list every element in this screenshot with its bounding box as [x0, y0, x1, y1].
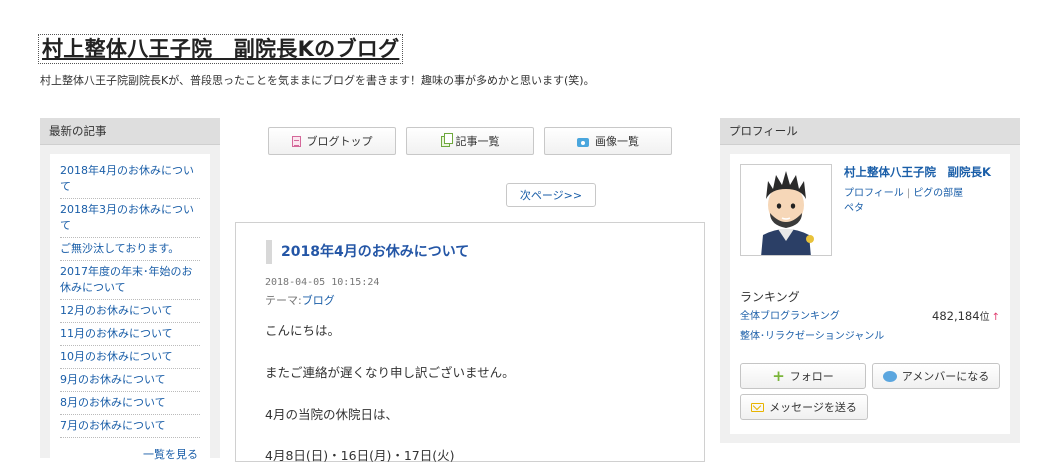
- message-label: メッセージを送る: [769, 401, 857, 414]
- list-item[interactable]: 2018年4月のお休みについて: [60, 160, 200, 199]
- theme-link[interactable]: ブログ: [302, 294, 335, 307]
- body-line: 4月8日(日)・16日(月)・17日(火): [265, 448, 455, 463]
- camera-icon: [577, 137, 589, 147]
- recent-entry-link[interactable]: 2018年3月のお休みについて: [60, 203, 194, 232]
- recent-entry-link[interactable]: 9月のお休みについて: [60, 373, 166, 386]
- recent-entries-heading: 最新の記事: [40, 118, 220, 145]
- list-item[interactable]: 10月のお休みについて: [60, 346, 200, 369]
- profile-heading: プロフィール: [720, 118, 1020, 145]
- speech-bubble-icon: [882, 370, 897, 382]
- rank-number: 482,184: [932, 309, 980, 323]
- recent-entry-link[interactable]: 10月のお休みについて: [60, 350, 173, 363]
- list-item[interactable]: 2018年3月のお休みについて: [60, 199, 200, 238]
- send-message-button[interactable]: メッセージを送る: [740, 394, 868, 420]
- avatar-icon: [741, 165, 831, 257]
- profile-links: プロフィール | ピグの部屋: [844, 184, 963, 199]
- overall-ranking-link[interactable]: 全体ブログランキング: [740, 307, 840, 322]
- blog-title[interactable]: 村上整体八王子院 副院長Kのブログ: [37, 34, 404, 64]
- list-item[interactable]: 8月のお休みについて: [60, 392, 200, 415]
- avatar[interactable]: [740, 164, 832, 257]
- recent-entry-link[interactable]: 12月のお休みについて: [60, 304, 173, 317]
- recent-entry-link[interactable]: 11月のお休みについて: [60, 327, 173, 340]
- image-list-button[interactable]: 画像一覧: [544, 127, 672, 155]
- more-entries-link[interactable]: 一覧を見る: [143, 446, 198, 462]
- list-item[interactable]: 9月のお休みについて: [60, 369, 200, 392]
- profile-name-link[interactable]: 村上整体八王子院 副院長K: [844, 164, 991, 180]
- body-line: 4月の当院の休院日は、: [265, 407, 398, 422]
- article: 2018年4月のお休みについて 2018-04-05 10:15:24 テーマ:…: [235, 222, 705, 463]
- body-line: こんにちは。: [265, 323, 341, 338]
- separator: |: [906, 188, 911, 199]
- profile-panel: プロフィール 村上整体八王子院 副院長K プロフィール | ピグの部屋 ペタ ランキ…: [720, 118, 1020, 443]
- entry-list-label: 記事一覧: [455, 135, 500, 148]
- rank-up-icon: ↑: [991, 312, 1000, 323]
- ranking-label: ランキング: [740, 290, 800, 304]
- recent-entry-link[interactable]: ご無沙汰しております。: [60, 242, 179, 255]
- profile-box: 村上整体八王子院 副院長K プロフィール | ピグの部屋 ペタ ランキング 全体ブロ…: [730, 154, 1010, 434]
- body-line: またご連絡が遅くなり申し訳ございません。: [265, 365, 515, 380]
- peta-link[interactable]: ペタ: [844, 199, 864, 214]
- entry-title[interactable]: 2018年4月のお休みについて: [266, 240, 469, 264]
- list-item[interactable]: ご無沙汰しております。: [60, 238, 200, 261]
- documents-icon: [440, 132, 453, 147]
- plus-icon: +: [772, 367, 785, 385]
- recent-entries-list: 2018年4月のお休みについて 2018年3月のお休みについて ご無沙汰しており…: [50, 154, 210, 458]
- entry-date: 2018-04-05 10:15:24: [265, 277, 380, 288]
- follow-label: フォロー: [789, 370, 834, 383]
- recent-entry-link[interactable]: 8月のお休みについて: [60, 396, 166, 409]
- amember-label: アメンバーになる: [901, 370, 990, 383]
- entry-theme: テーマ:ブログ: [265, 292, 335, 308]
- genre-ranking-link[interactable]: 整体･リラクゼーションジャンル: [740, 327, 884, 342]
- list-item[interactable]: 2017年度の年末･年始のお休みについて: [60, 261, 200, 300]
- profile-link[interactable]: プロフィール: [844, 188, 904, 199]
- recent-entries-panel: 最新の記事 2018年4月のお休みについて 2018年3月のお休みについて ご無…: [40, 118, 220, 461]
- blog-description: 村上整体八王子院副院長Kが、普段思ったことを気ままにブログを書きます！趣味の事が…: [40, 74, 595, 87]
- ranking-value: 482,184位 ↑: [932, 308, 1000, 323]
- theme-label: テーマ:: [265, 294, 302, 307]
- list-item[interactable]: 11月のお休みについて: [60, 323, 200, 346]
- entry-list-button[interactable]: 記事一覧: [406, 127, 534, 155]
- list-item[interactable]: 12月のお休みについて: [60, 300, 200, 323]
- recent-entry-link[interactable]: 2017年度の年末･年始のお休みについて: [60, 265, 193, 294]
- list-item[interactable]: 7月のお休みについて: [60, 415, 200, 438]
- blog-top-label: ブログトップ: [306, 135, 373, 148]
- rank-unit: 位: [979, 312, 990, 323]
- pigg-room-link[interactable]: ピグの部屋: [913, 188, 963, 199]
- amember-button[interactable]: アメンバーになる: [872, 363, 1000, 389]
- blog-top-button[interactable]: ブログトップ: [268, 127, 396, 155]
- mail-icon: [751, 402, 765, 412]
- recent-entry-link[interactable]: 7月のお休みについて: [60, 419, 166, 432]
- image-list-label: 画像一覧: [595, 135, 639, 148]
- follow-button[interactable]: + フォロー: [740, 363, 866, 389]
- page-icon: [291, 135, 301, 147]
- next-page-button[interactable]: 次ページ>>: [506, 183, 596, 207]
- recent-entry-link[interactable]: 2018年4月のお休みについて: [60, 164, 194, 193]
